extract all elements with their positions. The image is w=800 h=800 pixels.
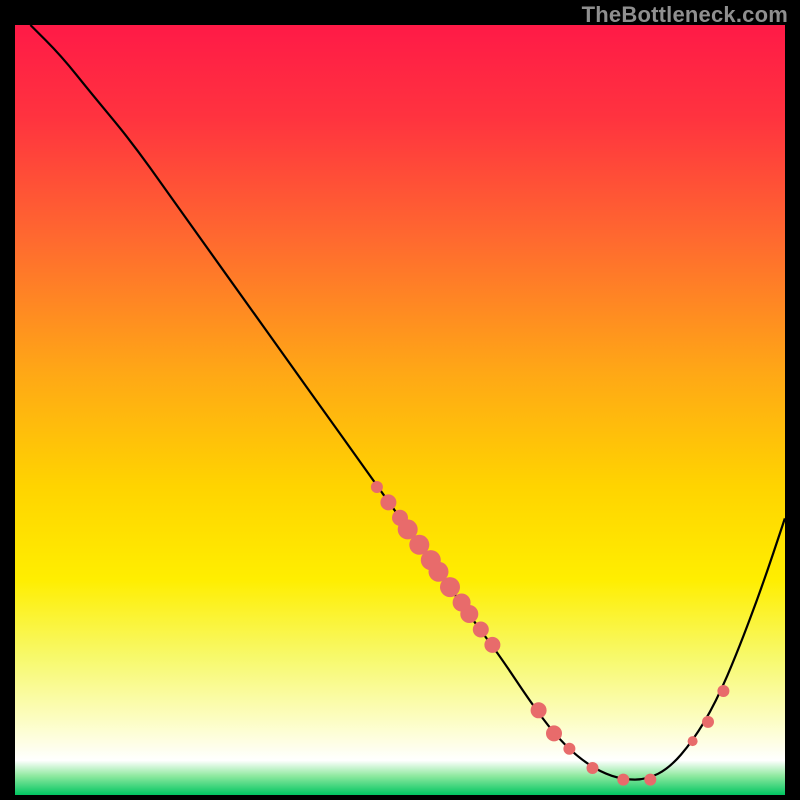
highlight-dot [484,637,500,653]
bottleneck-chart [15,25,785,795]
highlight-dot [460,605,478,623]
chart-frame [15,25,785,795]
highlight-dot [371,481,383,493]
highlight-dot [473,622,489,638]
highlight-dot [717,685,729,697]
highlight-dot [617,774,629,786]
highlight-dot [531,702,547,718]
highlight-dot [563,743,575,755]
highlight-dot [546,725,562,741]
highlight-dot [440,577,460,597]
highlight-dot [702,716,714,728]
highlight-dot [644,774,656,786]
highlight-dot [380,494,396,510]
highlight-dot [587,762,599,774]
highlight-dot [688,736,698,746]
